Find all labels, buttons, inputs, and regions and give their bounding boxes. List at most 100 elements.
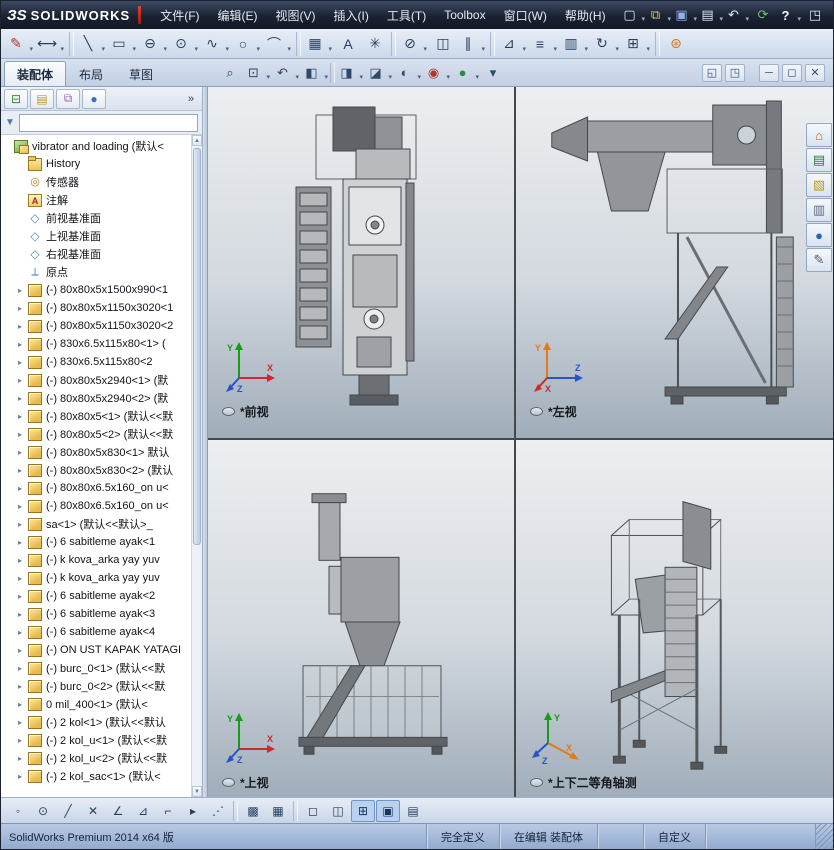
tab-sketch[interactable]: 草图: [116, 61, 166, 86]
custom-properties-icon[interactable]: ✎: [806, 248, 832, 272]
menu-view[interactable]: 视图(V): [267, 1, 325, 29]
customize-label[interactable]: 自定义: [643, 824, 705, 849]
tree-item[interactable]: 原点: [1, 263, 191, 281]
tree-item[interactable]: ▸ (-) 2 kol_u<2> (默认<<默: [1, 749, 191, 767]
tree-item[interactable]: ▸ (-) 2 kol_u<1> (默认<<默: [1, 731, 191, 749]
expand-arrow-icon[interactable]: ▸: [18, 340, 28, 349]
xpress-tools-icon[interactable]: ⊛: [663, 31, 689, 57]
display-style-icon[interactable]: ◪: [365, 62, 393, 84]
arc-icon[interactable]: ⌒: [263, 31, 293, 57]
corner-tool-icon[interactable]: ⌐: [156, 800, 180, 822]
tree-item[interactable]: ▸ (-) 80x80x5x2940<1> (默: [1, 371, 191, 389]
tree-item[interactable]: ▸ (-) 80x80x5x1150x3020<2: [1, 317, 191, 335]
expand-arrow-icon[interactable]: ▸: [18, 556, 28, 565]
expand-arrow-icon[interactable]: ▸: [18, 520, 28, 529]
menu-window[interactable]: 窗口(W): [495, 1, 556, 29]
tree-item[interactable]: ▸ (-) 80x80x5<1> (默认<<默: [1, 407, 191, 425]
expand-arrow-icon[interactable]: ▸: [18, 574, 28, 583]
expand-arrow-icon[interactable]: ▸: [18, 412, 28, 421]
tree-item[interactable]: ▸ (-) 6 sabitleme ayak<1: [1, 533, 191, 551]
expand-arrow-icon[interactable]: ▸: [18, 430, 28, 439]
expand-arrow-icon[interactable]: ▸: [18, 592, 28, 601]
expand-arrow-icon[interactable]: ▸: [18, 610, 28, 619]
tree-item[interactable]: ▸ (-) 80x80x5x1500x990<1: [1, 281, 191, 299]
tree-item[interactable]: ▸ (-) 2 kol_sac<1> (默认<: [1, 767, 191, 785]
extend-icon[interactable]: ▸: [181, 800, 205, 822]
tree-item[interactable]: ▸ (-) k kova_arka yay yuv: [1, 569, 191, 587]
pattern-icon[interactable]: ▦: [266, 800, 290, 822]
circle-tool-icon[interactable]: ⊙: [31, 800, 55, 822]
expand-arrow-icon[interactable]: ▸: [18, 646, 28, 655]
tile-viewport-icon[interactable]: ◱: [702, 63, 722, 82]
tab-assembly[interactable]: 装配体: [4, 61, 67, 86]
close-window-icon[interactable]: ✕: [805, 63, 825, 82]
delete-icon[interactable]: ✕: [81, 800, 105, 822]
mirror-entities-icon[interactable]: ◫: [430, 31, 456, 57]
save-icon[interactable]: ▣: [673, 4, 697, 26]
viewport-front[interactable]: Y X Z *前视: [208, 87, 514, 438]
view-selector-icon[interactable]: ▤: [401, 800, 425, 822]
tab-layout[interactable]: 布局: [66, 61, 116, 86]
minimize-window-icon[interactable]: ─: [759, 63, 779, 82]
tree-scrollbar[interactable]: ▲ ▼: [191, 135, 202, 797]
spline-tool-icon[interactable]: ⋰: [206, 800, 230, 822]
tree-item[interactable]: ▸ (-) burc_0<1> (默认<<默: [1, 659, 191, 677]
view-orientation-icon[interactable]: ◨: [336, 62, 364, 84]
filter-icon[interactable]: ▼: [5, 117, 15, 128]
scroll-down-icon[interactable]: ▼: [192, 786, 202, 797]
rotate-entities-icon[interactable]: ↻: [591, 31, 621, 57]
straight-slot-icon[interactable]: ⊖: [139, 31, 169, 57]
point-icon[interactable]: ✳: [362, 31, 388, 57]
expand-arrow-icon[interactable]: ▸: [18, 772, 28, 781]
align-icon[interactable]: ≡: [529, 31, 559, 57]
tree-item[interactable]: 上视基准面: [1, 227, 191, 245]
expand-arrow-icon[interactable]: ▸: [18, 484, 28, 493]
viewport-isometric[interactable]: Y X Z *上下二等角轴测: [516, 440, 833, 797]
expand-arrow-icon[interactable]: ▸: [18, 682, 28, 691]
tree-item[interactable]: ▸ (-) 80x80x5x830<1> 默认: [1, 443, 191, 461]
expand-arrow-icon[interactable]: ▸: [18, 304, 28, 313]
scroll-up-icon[interactable]: ▲: [192, 135, 202, 146]
ellipse-icon[interactable]: ○: [232, 31, 262, 57]
viewport-top[interactable]: Y X Z *上视: [208, 440, 514, 797]
line-icon[interactable]: ╲: [77, 31, 107, 57]
trim-entities-icon[interactable]: ⊘: [399, 31, 429, 57]
tree-item[interactable]: 前视基准面: [1, 209, 191, 227]
filter-input[interactable]: [18, 113, 198, 132]
tree-item[interactable]: ▸ (-) 80x80x6.5x160_on u<: [1, 479, 191, 497]
resources-icon[interactable]: ⌂: [806, 123, 832, 147]
menu-insert[interactable]: 插入(I): [325, 1, 378, 29]
menu-tools[interactable]: 工具(T): [378, 1, 435, 29]
hide-show-items-icon[interactable]: ◐: [394, 62, 422, 84]
viewport-left[interactable]: Y Z X *左视: [516, 87, 833, 438]
design-library-icon[interactable]: ▤: [806, 148, 832, 172]
two-view-icon[interactable]: ◫: [326, 800, 350, 822]
tree-item[interactable]: ▸ (-) 830x6.5x115x80<1> (: [1, 335, 191, 353]
tree-item[interactable]: 注解: [1, 191, 191, 209]
spline-icon[interactable]: ∿: [201, 31, 231, 57]
angle-tool-icon[interactable]: ∠: [106, 800, 130, 822]
tree-item[interactable]: ▸ (-) 80x80x5<2> (默认<<默: [1, 425, 191, 443]
expand-arrow-icon[interactable]: ▸: [18, 322, 28, 331]
tree-item[interactable]: ▸ (-) 80x80x6.5x160_on u<: [1, 497, 191, 515]
line-tool-icon[interactable]: ╱: [56, 800, 80, 822]
chamfer-icon[interactable]: ⊿: [498, 31, 528, 57]
offset-entities-icon[interactable]: ∥: [457, 31, 487, 57]
menu-help[interactable]: 帮助(H): [556, 1, 615, 29]
corner-rectangle-icon[interactable]: ▭: [108, 31, 138, 57]
tree-item[interactable]: vibrator and loading (默认<: [1, 137, 191, 155]
tree-item[interactable]: ▸ 0 mil_400<1> (默认<: [1, 695, 191, 713]
restore-window-icon[interactable]: ◻: [782, 63, 802, 82]
tree-item[interactable]: ▸ sa<1> (默认<<默认>_: [1, 515, 191, 533]
tree-item[interactable]: History: [1, 155, 191, 173]
expand-arrow-icon[interactable]: ▸: [18, 376, 28, 385]
open-document-icon[interactable]: ⧉: [647, 4, 671, 26]
undo-icon[interactable]: ↶: [725, 4, 749, 26]
tree-item[interactable]: ▸ (-) 2 kol<1> (默认<<默认: [1, 713, 191, 731]
expand-arrow-icon[interactable]: ▸: [18, 664, 28, 673]
modify-sketch-icon[interactable]: ▥: [560, 31, 590, 57]
tree-item[interactable]: ▸ (-) 80x80x5x830<2> (默认: [1, 461, 191, 479]
help-icon[interactable]: ?: [777, 4, 801, 26]
section-view-icon[interactable]: ◧: [301, 62, 329, 84]
expand-arrow-icon[interactable]: ▸: [18, 286, 28, 295]
